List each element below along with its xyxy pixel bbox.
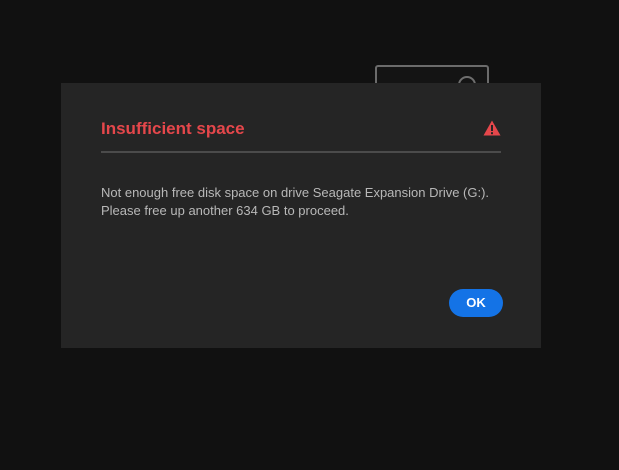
dialog-title: Insufficient space bbox=[101, 119, 245, 138]
dialog-message: Not enough free disk space on drive Seag… bbox=[101, 184, 511, 220]
warning-triangle-icon bbox=[483, 120, 501, 136]
ok-button[interactable]: OK bbox=[449, 289, 503, 317]
dialog-divider bbox=[101, 151, 501, 153]
insufficient-space-dialog: Insufficient space Not enough free disk … bbox=[61, 83, 541, 348]
message-line: Please free up another 634 GB to proceed… bbox=[101, 203, 349, 218]
message-line: Not enough free disk space on drive Seag… bbox=[101, 185, 490, 200]
